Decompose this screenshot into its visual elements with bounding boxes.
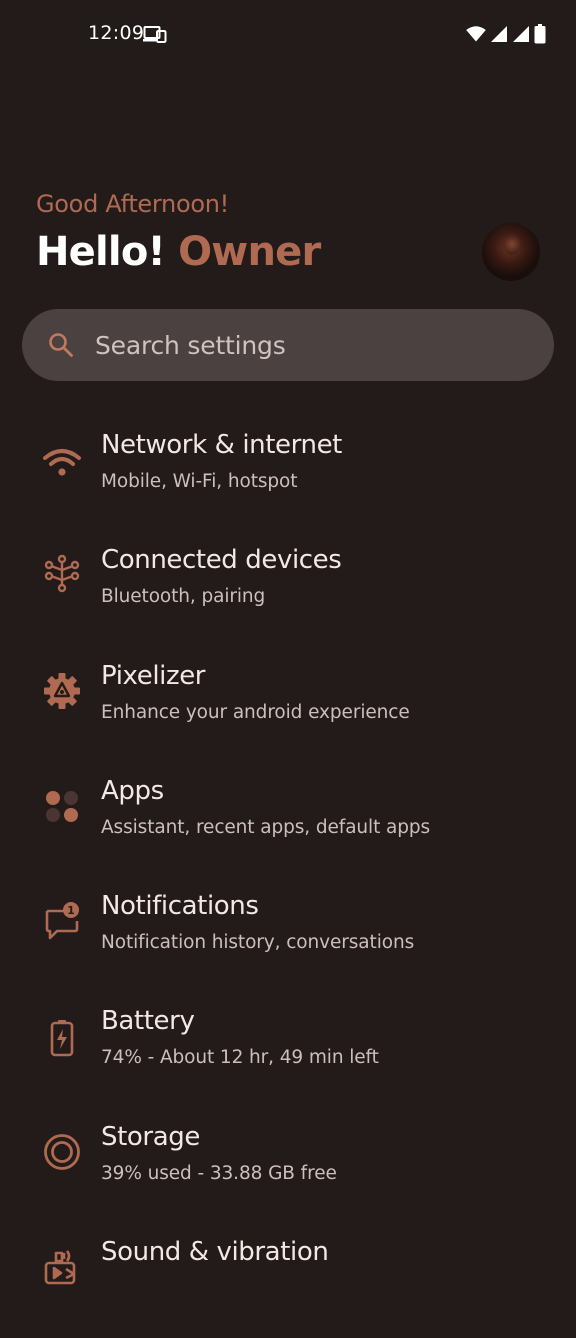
sound-icon: [40, 1245, 84, 1289]
connected-devices-icon: [40, 552, 84, 596]
notifications-icon: 1: [40, 900, 84, 944]
hello-word: Hello!: [36, 229, 166, 275]
user-name: Owner: [178, 229, 321, 275]
item-title: Apps: [101, 775, 164, 806]
item-title: Sound & vibration: [101, 1237, 329, 1268]
storage-icon: [40, 1130, 84, 1174]
svg-text:1: 1: [67, 904, 75, 917]
settings-item-battery[interactable]: Battery 74% - About 12 hr, 49 min left: [0, 992, 576, 1107]
item-subtitle: Bluetooth, pairing: [101, 586, 266, 608]
search-icon: [48, 332, 74, 358]
item-subtitle: Mobile, Wi-Fi, hotspot: [101, 471, 298, 492]
page-title: Hello! Owner: [36, 229, 321, 275]
battery-icon: [534, 24, 546, 48]
item-title: Pixelizer: [101, 660, 206, 691]
item-subtitle: Assistant, recent apps, default apps: [101, 816, 431, 838]
settings-list: Network & internet Mobile, Wi-Fi, hotspo…: [0, 416, 576, 1338]
apps-grid-icon: [40, 784, 84, 828]
search-placeholder: Search settings: [95, 330, 286, 360]
item-subtitle: 39% used - 33.88 GB free: [101, 1162, 337, 1184]
item-title: Battery: [101, 1006, 195, 1037]
status-time: 12:09: [88, 22, 145, 44]
status-icons: [466, 24, 546, 48]
screen-cast-icon: [143, 25, 167, 45]
settings-item-pixelizer[interactable]: Pixelizer Enhance your android experienc…: [0, 647, 576, 762]
item-title: Storage: [101, 1121, 200, 1152]
settings-item-network[interactable]: Network & internet Mobile, Wi-Fi, hotspo…: [0, 416, 576, 531]
settings-item-sound[interactable]: Sound & vibration: [0, 1223, 576, 1338]
status-bar: 12:09: [0, 0, 576, 70]
item-subtitle: Notification history, conversations: [101, 932, 415, 954]
item-title: Connected devices: [101, 545, 342, 576]
pixelizer-gear-icon: [40, 669, 84, 713]
avatar[interactable]: [482, 223, 540, 281]
wifi-icon: [466, 26, 486, 46]
settings-item-apps[interactable]: Apps Assistant, recent apps, default app…: [0, 762, 576, 877]
cell-signal-icon: [512, 25, 530, 47]
cell-signal-icon: [490, 25, 508, 47]
item-title: Network & internet: [101, 430, 342, 460]
settings-item-connected-devices[interactable]: Connected devices Bluetooth, pairing: [0, 531, 576, 646]
wifi-icon: [40, 440, 84, 484]
settings-item-notifications[interactable]: 1 Notifications Notification history, co…: [0, 877, 576, 992]
item-subtitle: 74% - About 12 hr, 49 min left: [101, 1047, 379, 1069]
search-bar[interactable]: Search settings: [22, 309, 554, 381]
settings-item-storage[interactable]: Storage 39% used - 33.88 GB free: [0, 1108, 576, 1223]
greeting-text: Good Afternoon!: [36, 190, 229, 218]
item-title: Notifications: [101, 891, 259, 922]
item-subtitle: Enhance your android experience: [101, 701, 410, 723]
battery-icon: [40, 1016, 84, 1060]
